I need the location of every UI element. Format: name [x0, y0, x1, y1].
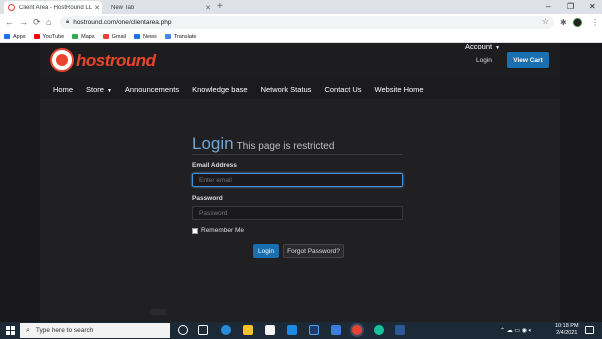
logo-text[interactable]: hostround [76, 51, 156, 71]
login-heading: Login This page is restricted [192, 134, 334, 154]
nav-account[interactable]: Account ▼ [465, 42, 500, 51]
login-button[interactable]: Login [253, 244, 279, 258]
store-bag-icon[interactable] [265, 325, 275, 335]
hostround-logo-icon[interactable] [52, 50, 72, 70]
news-icon [134, 34, 140, 39]
nav-knowledge-base[interactable]: Knowledge base [192, 85, 247, 94]
forward-arrow-icon[interactable]: → [19, 16, 28, 29]
close-icon[interactable]: ✕ [92, 4, 102, 12]
header-login-link[interactable]: Login [476, 57, 492, 64]
close-icon[interactable]: ✕ [203, 4, 213, 12]
forgot-password-button[interactable]: Forgot Password? [283, 244, 344, 258]
caret-down-icon: ▼ [495, 45, 501, 51]
bookmark-maps[interactable]: Maps [72, 34, 95, 40]
photoshop-icon[interactable] [309, 325, 319, 335]
remember-me-label[interactable]: Remember Me [201, 227, 244, 234]
url-text: hostround.com/one/clientarea.php [73, 19, 172, 26]
taskbar-clock[interactable]: 10:18 PM 2/4/2021 [555, 323, 579, 337]
screen: Client Area - HostRound LLC ✕ New Tab ✕ … [0, 0, 602, 339]
apps-grid-icon [4, 34, 10, 39]
login-subtitle: This page is restricted [236, 141, 335, 152]
bookmark-news[interactable]: News [134, 34, 157, 40]
restore-icon[interactable]: ❐ [567, 1, 574, 13]
nav-home[interactable]: Home [53, 85, 73, 94]
notification-icon[interactable] [585, 326, 594, 334]
nav-announcements[interactable]: Announcements [125, 85, 179, 94]
translate-icon [164, 34, 171, 39]
word-icon[interactable] [395, 325, 405, 335]
address-row: ← → ⟳ ⌂ 🔒︎ hostround.com/one/clientarea.… [0, 14, 602, 31]
email-field[interactable] [192, 173, 403, 187]
tab-client-area[interactable]: Client Area - HostRound LLC ✕ [4, 1, 102, 14]
taskbar-search-input[interactable]: ⌕ Type here to search [20, 323, 170, 338]
bookmark-youtube[interactable]: YouTube [33, 34, 64, 40]
bookmark-gmail[interactable]: Gmail [102, 34, 126, 40]
divider [192, 154, 403, 155]
extensions-puzzle-icon[interactable]: ✱ [560, 16, 567, 29]
file-explorer-icon[interactable] [243, 325, 253, 335]
remember-me-checkbox[interactable] [192, 228, 198, 234]
chrome-icon[interactable] [352, 325, 362, 335]
password-label: Password [192, 195, 223, 202]
youtube-icon [33, 34, 40, 39]
windows-start-icon[interactable] [6, 326, 15, 335]
maps-pin-icon [72, 34, 79, 39]
password-field[interactable] [192, 206, 403, 220]
lock-icon: 🔒︎ [66, 19, 70, 25]
email-label: Email Address [192, 162, 237, 169]
nav-network-status[interactable]: Network Status [261, 85, 312, 94]
address-bar[interactable]: 🔒︎ hostround.com/one/clientarea.php ☆ [60, 16, 554, 29]
grammarly-icon[interactable] [374, 325, 384, 335]
tab-title: Client Area - HostRound LLC [19, 4, 92, 11]
system-tray[interactable]: ⌃ ☁ ▭ ◉ 🔈︎ [500, 327, 532, 335]
login-title: Login [192, 134, 234, 153]
tab-title: New Tab [111, 4, 135, 11]
browser-tab-bar: Client Area - HostRound LLC ✕ New Tab ✕ … [0, 0, 602, 14]
hostround-favicon-icon [8, 4, 15, 11]
close-window-icon[interactable]: ✕ [589, 1, 596, 13]
bookmarks-bar: Apps YouTube Maps Gmail News Translate [0, 31, 602, 43]
caret-down-icon: ▼ [106, 87, 112, 94]
scroll-tab[interactable] [150, 309, 166, 315]
bookmark-apps[interactable]: Apps [4, 34, 26, 40]
bookmark-translate[interactable]: Translate [164, 34, 197, 40]
star-bookmark-icon[interactable]: ☆ [542, 17, 549, 26]
zoom-icon[interactable] [331, 325, 341, 335]
reload-icon[interactable]: ⟳ [33, 16, 41, 29]
back-arrow-icon[interactable]: ← [5, 16, 14, 29]
nav-contact-us[interactable]: Contact Us [324, 85, 361, 94]
profile-avatar[interactable] [573, 18, 582, 27]
search-icon: ⌕ [26, 326, 30, 334]
nav-website-home[interactable]: Website Home [375, 85, 424, 94]
new-tab-plus-icon[interactable]: + [217, 1, 223, 13]
task-view-icon[interactable] [198, 325, 208, 335]
gmail-icon [102, 34, 109, 39]
view-cart-button[interactable]: View Cart [507, 52, 549, 68]
minimize-icon[interactable]: – [546, 1, 550, 13]
home-icon[interactable]: ⌂ [46, 16, 51, 29]
tab-new-tab[interactable]: New Tab ✕ [103, 1, 213, 14]
menu-kebab-icon[interactable]: ⋮ [591, 16, 599, 29]
edge-icon[interactable] [221, 325, 231, 335]
cortana-icon[interactable] [178, 325, 188, 335]
main-nav: Home Store ▼ Announcements Knowledge base… [40, 79, 560, 99]
nav-store[interactable]: Store ▼ [86, 85, 112, 94]
mail-icon[interactable] [287, 325, 297, 335]
